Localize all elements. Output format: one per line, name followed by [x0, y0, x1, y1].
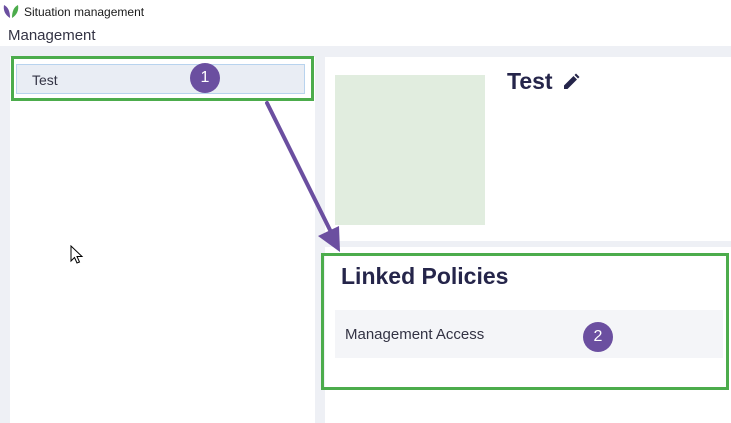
highlight-box-2 — [321, 253, 729, 390]
item-thumbnail — [335, 75, 485, 225]
title-bar: Situation management — [0, 0, 731, 24]
mouse-cursor-icon — [70, 245, 84, 264]
menu-management[interactable]: Management — [8, 27, 96, 44]
leaf-logo-icon — [3, 5, 19, 18]
menu-bar: Management — [0, 24, 731, 46]
highlight-box-1 — [11, 56, 314, 101]
item-title: Test — [507, 68, 553, 94]
step-badge-1: 1 — [190, 63, 220, 93]
step-badge-2: 2 — [583, 322, 613, 352]
sidebar-panel — [10, 57, 315, 423]
window-title: Situation management — [24, 5, 145, 19]
pencil-icon[interactable] — [561, 72, 581, 92]
